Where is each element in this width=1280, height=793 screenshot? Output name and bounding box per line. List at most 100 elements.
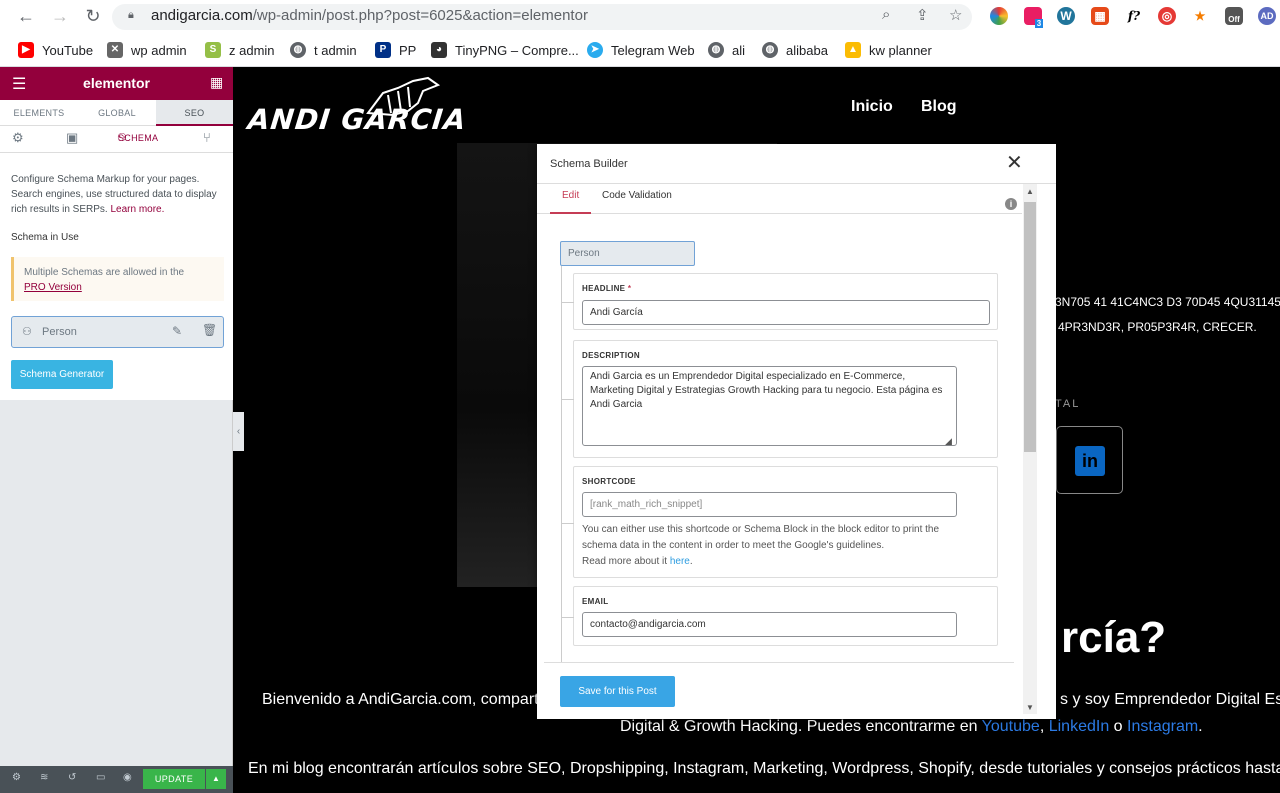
here-link[interactable]: here — [670, 556, 690, 567]
description-textarea[interactable]: Andi Garcia es un Emprendedor Digital es… — [582, 366, 957, 446]
modal-tabs: Edit Code Validation — [537, 184, 1022, 214]
trash-icon[interactable]: 🗑︎ — [202, 323, 217, 337]
bookmark-kw-planner[interactable]: ▲ kw planner — [845, 41, 932, 59]
close-icon[interactable]: ✕ — [1006, 153, 1023, 173]
field-email: EMAIL contacto@andigarcia.com — [562, 586, 998, 646]
panel-header: ☰ elementor ▦ — [0, 67, 233, 100]
extension-icon[interactable]: 3 — [1024, 7, 1044, 28]
instagram-link[interactable]: Instagram — [1127, 718, 1198, 735]
widgets-grid-icon[interactable]: ▦ — [210, 74, 223, 91]
tree-tick — [562, 302, 574, 303]
modal-body: Person HEADLINE * Andi García DESCRIPTIO… — [537, 215, 1022, 662]
intro-text-left: Bienvenido a AndiGarcia.com, compart — [262, 691, 539, 708]
scroll-up-icon[interactable]: ▲ — [1026, 187, 1034, 196]
briefcase-icon[interactable]: ▣ — [66, 130, 78, 146]
nav-inicio[interactable]: Inicio — [851, 98, 893, 116]
schema-item-person[interactable]: ⚇ Person ✎ 🗑︎ — [11, 316, 224, 348]
schema-in-use-heading: Schema in Use — [11, 232, 79, 243]
target-extension-icon[interactable]: ◎ — [1158, 7, 1176, 25]
schema-generator-button[interactable]: Schema Generator — [11, 360, 113, 389]
intro-text-right: s y soy Emprendedor Digital Esp — [1060, 691, 1280, 708]
bookmark-ali[interactable]: ◍ ali — [708, 41, 745, 59]
modal-scrollbar[interactable]: ▲ ▼ — [1023, 184, 1037, 714]
youtube-link[interactable]: Youtube — [982, 718, 1040, 735]
settings-icon[interactable]: ⚙ — [12, 772, 21, 783]
hero-line-2: 4PR3ND3R, PR05P3R4R, CRECER. — [1058, 320, 1257, 334]
panel-footer: ⚙ ≋ ↺ ▭ ◉ UPDATE ▲ — [0, 766, 233, 793]
linkedin-link[interactable]: LinkedIn — [1049, 718, 1110, 735]
bookmark-wp-admin[interactable]: ✕ wp admin — [107, 41, 187, 59]
url-text[interactable]: andigarcia.com/wp-admin/post.php?post=60… — [151, 7, 588, 24]
share-nodes-icon[interactable]: ⑂ — [203, 130, 211, 145]
share-icon[interactable]: ⇪ — [916, 6, 929, 24]
zoom-icon[interactable]: ⌕ — [882, 6, 890, 23]
learn-more-link[interactable]: Learn more. — [110, 204, 164, 215]
elementor-brand: elementor — [83, 75, 150, 91]
reload-icon[interactable]: ↻ — [82, 6, 104, 28]
headline-input[interactable]: Andi García — [582, 300, 990, 325]
profile-avatar[interactable]: AD — [1258, 7, 1276, 25]
color-picker-extension-icon[interactable] — [990, 7, 1008, 25]
shortcode-input[interactable]: [rank_math_rich_snippet] — [582, 492, 957, 517]
responsive-icon[interactable]: ▭ — [96, 772, 105, 783]
panda-icon: ◕ — [431, 42, 447, 58]
preview-eye-icon[interactable]: ◉ — [123, 772, 132, 783]
schema-builder-modal: Schema Builder ✕ Edit Code Validation i … — [537, 144, 1056, 719]
bookmark-z-admin[interactable]: Sz admin — [205, 41, 275, 59]
gear-icon[interactable]: ⚙ — [12, 130, 24, 146]
collapse-panel-icon[interactable]: ‹ — [233, 412, 244, 451]
section-heading: rcía? — [1061, 613, 1167, 662]
info-icon[interactable]: i — [1005, 198, 1017, 210]
linkedin-button[interactable]: in — [1056, 426, 1123, 494]
youtube-icon: ▶ — [18, 42, 34, 58]
tab-elements[interactable]: ELEMENTS — [0, 100, 78, 126]
edit-icon[interactable]: ✎ — [172, 324, 182, 338]
pro-version-link[interactable]: PRO Version — [24, 282, 82, 293]
tab-global[interactable]: GLOBAL — [78, 100, 156, 126]
save-for-post-button[interactable]: Save for this Post — [560, 676, 675, 707]
wordpress-extension-icon[interactable]: W — [1057, 7, 1075, 25]
update-button[interactable]: UPDATE — [143, 769, 205, 789]
tab-edit[interactable]: Edit — [550, 184, 592, 214]
off-extension-icon[interactable]: Off — [1225, 7, 1243, 25]
modal-footer-divider — [544, 662, 1014, 663]
tab-schema[interactable]: SCHEMA — [118, 133, 158, 143]
scrollbar-thumb[interactable] — [1024, 202, 1036, 452]
field-shortcode: SHORTCODE [rank_math_rich_snippet] You c… — [562, 466, 998, 578]
email-input[interactable]: contacto@andigarcia.com — [582, 612, 957, 637]
layers-icon[interactable]: ≋ — [40, 772, 48, 783]
bookmark-youtube[interactable]: ▶ YouTube — [18, 41, 93, 59]
tab-code-validation[interactable]: Code Validation — [602, 184, 672, 214]
bookmark-t-admin[interactable]: ◍ t admin — [290, 41, 357, 59]
schema-description: Configure Schema Markup for your pages. … — [11, 174, 217, 215]
browser-toolbar: ← → ↻ 🔒︎ andigarcia.com/wp-admin/post.ph… — [0, 0, 1280, 33]
extension-icon-2[interactable]: ▦ — [1091, 7, 1109, 25]
bookmark-alibaba[interactable]: ◍ alibaba — [762, 41, 828, 59]
back-icon[interactable]: ← — [15, 6, 37, 28]
scroll-down-icon[interactable]: ▼ — [1026, 703, 1034, 712]
nav-blog[interactable]: Blog — [921, 98, 957, 116]
lock-icon[interactable]: 🔒︎ — [128, 9, 138, 21]
panel-body: Configure Schema Markup for your pages. … — [0, 153, 233, 400]
hero-line-1: 3N705 41 41C4NC3 D3 70D45 4QU31145 — [1055, 295, 1280, 309]
bookmark-telegram[interactable]: ➤ Telegram Web — [587, 41, 695, 59]
section-label: TAL — [1055, 398, 1081, 410]
linkedin-icon: in — [1075, 446, 1105, 476]
tab-seo[interactable]: SEO — [156, 100, 233, 126]
resize-handle-icon[interactable]: ◢ — [945, 436, 952, 447]
star-extension-icon[interactable]: ★ — [1191, 7, 1209, 25]
shopify-icon: S — [205, 42, 221, 58]
bookmark-star-icon[interactable]: ☆ — [949, 6, 962, 24]
bookmark-pp[interactable]: P PP — [375, 41, 416, 59]
pro-notice: Multiple Schemas are allowed in the PRO V… — [11, 257, 224, 301]
wp-admin-icon: ✕ — [107, 42, 123, 58]
forward-icon[interactable]: → — [49, 6, 71, 28]
history-icon[interactable]: ↺ — [68, 772, 76, 783]
bookmark-tinypng[interactable]: ◕ TinyPNG – Compre... — [431, 41, 579, 59]
font-extension-icon[interactable]: f? — [1125, 7, 1143, 25]
update-options-icon[interactable]: ▲ — [206, 769, 226, 789]
schema-type-select[interactable]: Person — [560, 241, 695, 266]
google-ads-icon: ▲ — [845, 42, 861, 58]
description-label: DESCRIPTION — [582, 351, 640, 360]
shortcode-label: SHORTCODE — [582, 477, 636, 486]
